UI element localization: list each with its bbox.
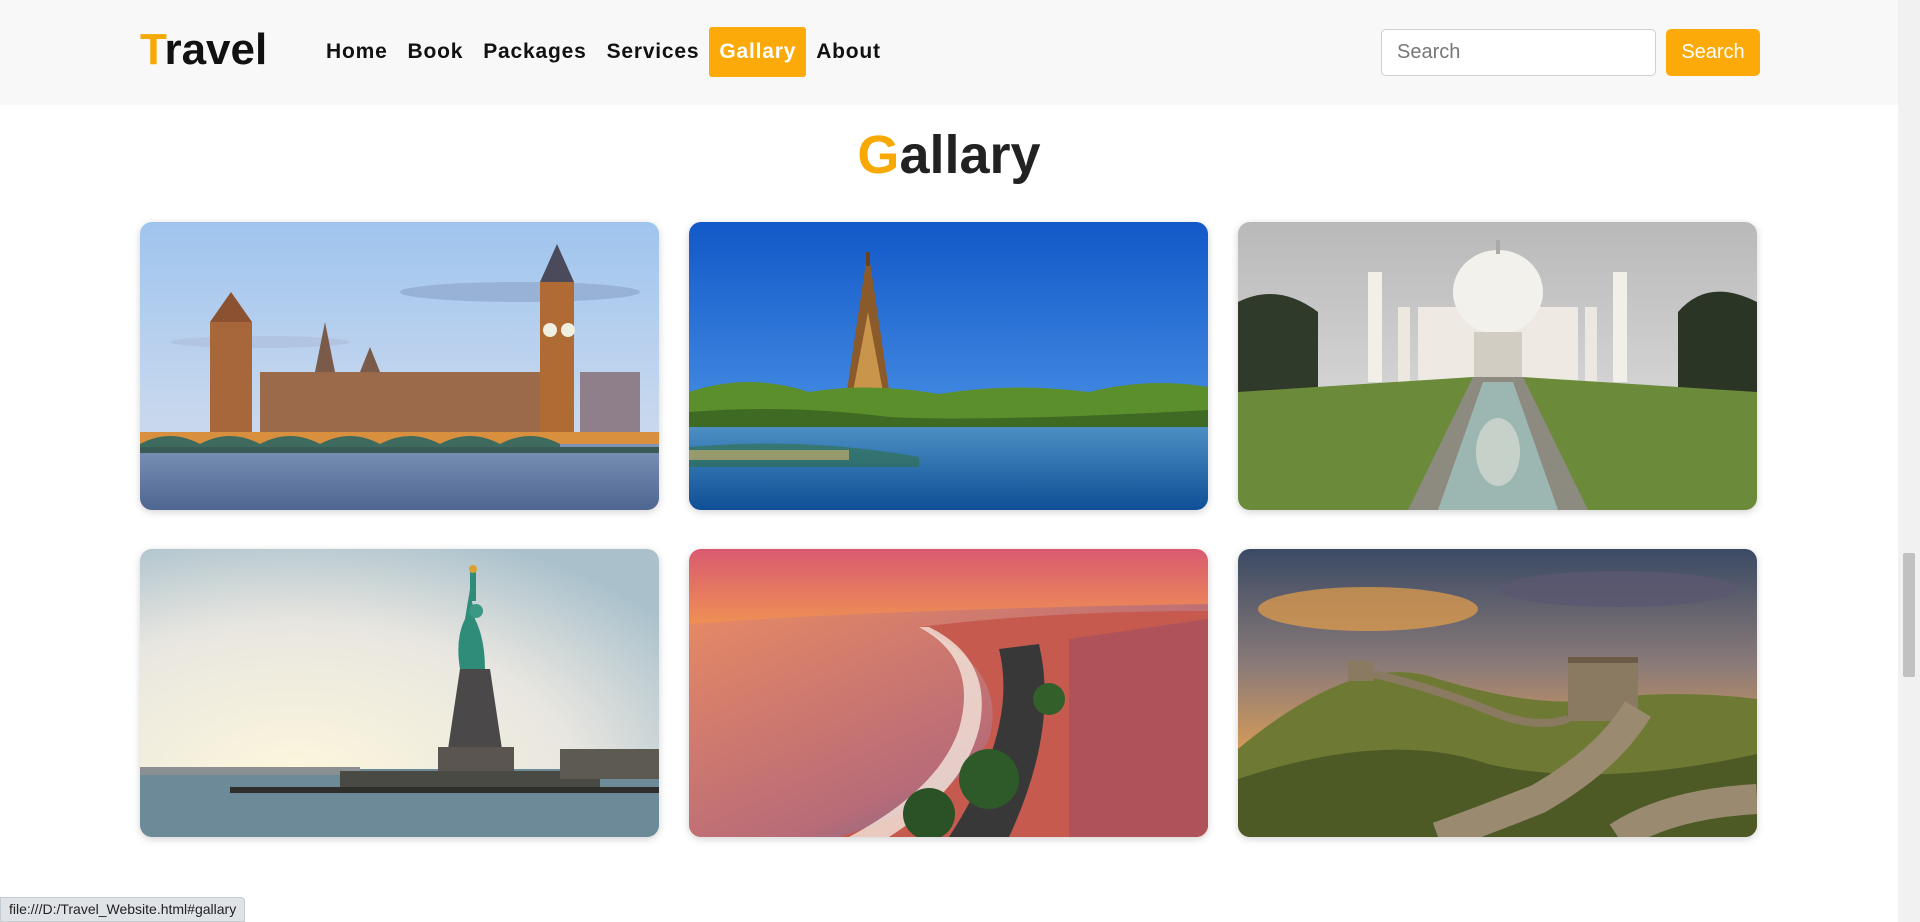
nav-link-gallary[interactable]: Gallary <box>709 27 807 77</box>
nav-links: Home Book Packages Services Gallary Abou… <box>316 27 891 77</box>
scrollbar-thumb[interactable] <box>1903 553 1915 677</box>
section-title: Gallary <box>0 122 1898 188</box>
search-button[interactable]: Search <box>1666 29 1760 76</box>
page-scrollbar[interactable] <box>1898 0 1920 922</box>
nav-link-services[interactable]: Services <box>597 27 710 77</box>
nice-coast-photo <box>689 549 1208 837</box>
browser-status-url: file:///D:/Travel_Website.html#gallary <box>0 897 246 922</box>
nav-link-book[interactable]: Book <box>398 27 474 77</box>
section-title-rest: allary <box>899 125 1041 185</box>
brand-rest: ravel <box>164 25 268 74</box>
brand-first-letter: T <box>140 25 165 74</box>
gallery-grid <box>140 222 1757 837</box>
great-wall-photo <box>1238 549 1757 837</box>
paris-photo <box>689 222 1208 510</box>
nav-link-about[interactable]: About <box>806 27 891 77</box>
taj-mahal-photo <box>1238 222 1757 510</box>
gallery-image-nice-coast[interactable] <box>689 549 1208 837</box>
section-title-first-letter: G <box>857 125 900 185</box>
gallery-image-taj-mahal[interactable] <box>1238 222 1757 510</box>
statue-of-liberty-photo <box>140 549 659 837</box>
london-photo <box>140 222 659 510</box>
brand-logo[interactable]: Travel <box>140 22 267 78</box>
gallery-image-london[interactable] <box>140 222 659 510</box>
gallery-image-paris[interactable] <box>689 222 1208 510</box>
gallery-image-great-wall[interactable] <box>1238 549 1757 837</box>
gallery-image-statue-of-liberty[interactable] <box>140 549 659 837</box>
nav-link-home[interactable]: Home <box>316 27 398 77</box>
navbar: Travel Home Book Packages Services Galla… <box>0 0 1898 105</box>
nav-link-packages[interactable]: Packages <box>473 27 596 77</box>
search-input[interactable] <box>1381 29 1656 76</box>
